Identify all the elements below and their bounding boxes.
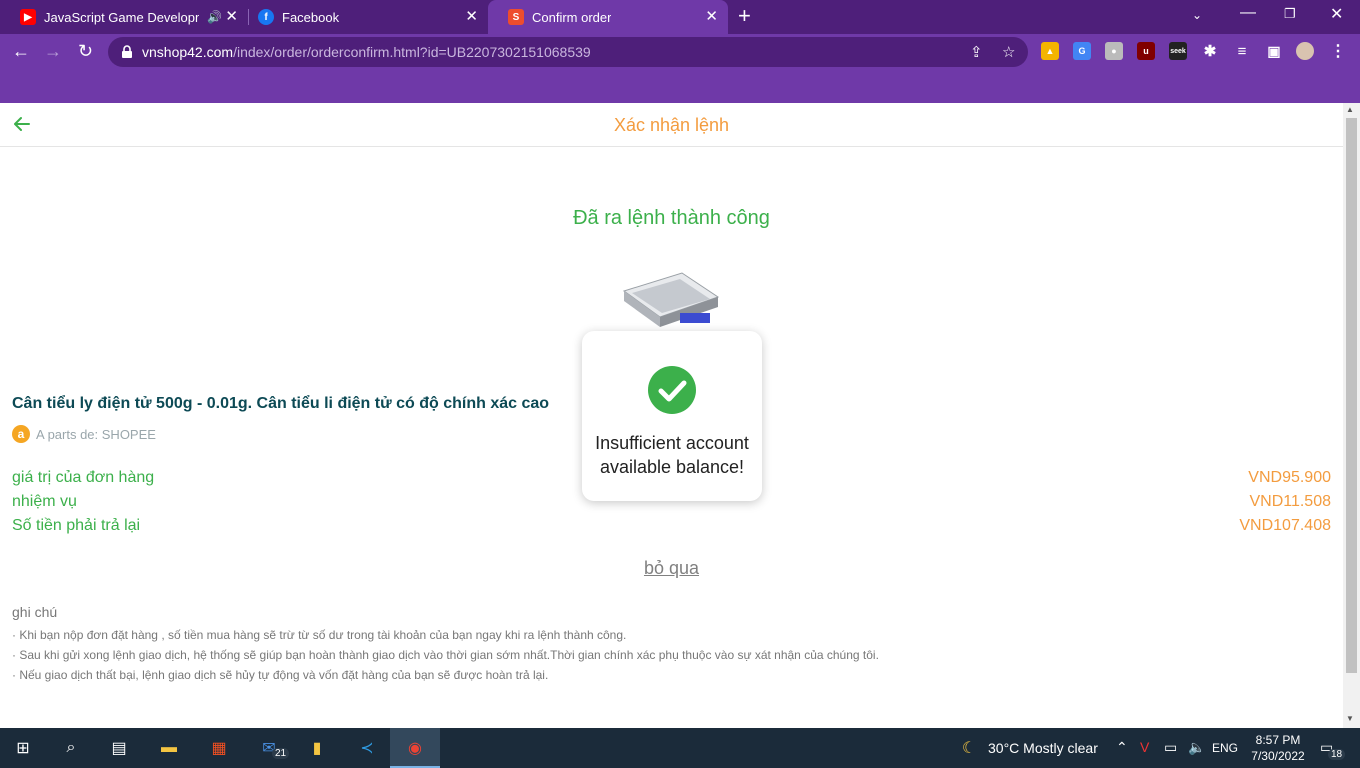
summary-label: nhiệm vụ [12, 493, 77, 510]
google-drive-icon[interactable]: ▲ [1041, 42, 1059, 60]
page-title: Xác nhận lệnh [613, 115, 730, 135]
check-circle-icon [648, 366, 696, 414]
mail-badge: 21 [272, 748, 290, 759]
youtube-icon: ▶ [20, 9, 36, 25]
profile-avatar[interactable] [1296, 42, 1314, 60]
clock-time: 8:57 PM [1255, 733, 1301, 747]
minimize-icon[interactable]: — [1240, 4, 1256, 22]
note-item: · Nếu giao dịch thất bại, lệnh giao dịch… [12, 668, 549, 682]
toast-dialog: Insufficient account available balance! [582, 331, 762, 501]
facebook-icon: f [258, 9, 274, 25]
url-text: vnshop42.com/index/order/orderconfirm.ht… [142, 44, 591, 60]
extension-icon[interactable]: ● [1105, 42, 1123, 60]
shop-label: A parts de: SHOPEE [36, 426, 156, 442]
scroll-down-icon[interactable]: ▼ [1346, 714, 1354, 723]
sticky-notes-icon[interactable]: ▮ [306, 738, 328, 758]
speaker-icon[interactable]: 🔊 [207, 10, 222, 24]
tab-title: Confirm order [532, 9, 612, 25]
toast-message: Insufficient account available balance! [595, 433, 749, 477]
forward-icon[interactable]: → [44, 41, 62, 61]
chrome-icon[interactable]: ◉ [404, 738, 426, 758]
scrollbar-thumb[interactable] [1346, 118, 1357, 673]
menu-icon[interactable]: ⋮ [1329, 42, 1347, 60]
lock-icon [122, 45, 132, 58]
windows-taskbar: ⊞ ⌕ ▤ ▬ ▦ ✉ 21 ▮ ≺ ◉ ☾ 30°C Mostly clear… [0, 728, 1360, 768]
summary-row-refund: Số tiền phải trả lại VND107.408 [12, 517, 1331, 539]
tab-strip: ▶ JavaScript Game Developme 🔊 ✕ f Facebo… [0, 0, 1360, 34]
tab-facebook[interactable]: f Facebook ✕ [238, 0, 488, 34]
url-path: /index/order/orderconfirm.html?id=UB2207… [233, 44, 591, 60]
reload-icon[interactable]: ↻ [78, 41, 93, 61]
restore-icon[interactable]: ❐ [1284, 6, 1296, 22]
page-header: Xác nhận lệnh [0, 103, 1343, 147]
bookmark-bar [0, 70, 1360, 103]
tab-confirm-order[interactable]: S Confirm order ✕ [488, 0, 728, 34]
chevron-up-icon[interactable]: ⌃ [1116, 739, 1128, 756]
scroll-up-icon[interactable]: ▲ [1346, 105, 1354, 114]
product-image [622, 272, 720, 327]
side-panel-icon[interactable]: ▣ [1265, 42, 1283, 60]
windows-start-icon[interactable]: ⊞ [12, 738, 34, 758]
close-tab-icon[interactable]: ✕ [225, 9, 238, 25]
success-title: Đã ra lệnh thành công [573, 207, 770, 229]
share-icon[interactable]: ⇪ [970, 43, 983, 61]
new-tab-icon[interactable]: + [738, 5, 751, 27]
url-host: vnshop42.com [142, 44, 234, 60]
puzzle-icon[interactable]: ✱ [1201, 42, 1219, 60]
language-indicator[interactable]: ENG [1212, 741, 1238, 755]
address-bar[interactable]: vnshop42.com/index/order/orderconfirm.ht… [108, 37, 1028, 67]
product-name: Cân tiểu ly điện tử 500g - 0.01g. Cân ti… [12, 395, 550, 412]
search-icon[interactable]: ⌕ [60, 738, 82, 758]
store-icon[interactable]: ▦ [208, 738, 230, 758]
close-tab-icon[interactable]: ✕ [705, 9, 718, 25]
close-window-icon[interactable]: ✕ [1330, 4, 1343, 24]
tab-youtube[interactable]: ▶ JavaScript Game Developme 🔊 ✕ [0, 0, 248, 34]
media-icon[interactable]: ≡ [1233, 42, 1251, 60]
task-view-icon[interactable]: ▤ [108, 738, 130, 758]
clock-date: 7/30/2022 [1251, 749, 1305, 763]
skip-link[interactable]: bỏ qua [0, 558, 1343, 579]
browser-toolbar: ← → ↻ vnshop42.com/index/order/orderconf… [0, 34, 1360, 70]
back-icon[interactable]: ← [12, 41, 30, 61]
seek-extension-icon[interactable]: seek [1169, 42, 1187, 60]
network-icon[interactable]: ▭ [1164, 739, 1177, 756]
summary-label: Số tiền phải trả lại [12, 517, 141, 534]
note-item: · Sau khi gửi xong lệnh giao dịch, hệ th… [12, 648, 879, 662]
file-explorer-icon[interactable]: ▬ [158, 738, 180, 758]
notifications-badge: 18 [1328, 749, 1346, 760]
tab-title: Facebook [282, 9, 340, 25]
summary-value: VND95.900 [1248, 469, 1331, 486]
google-translate-icon[interactable]: G [1073, 42, 1091, 60]
bookmark-star-icon[interactable]: ☆ [1002, 43, 1015, 61]
note-item: · Khi bạn nộp đơn đặt hàng , số tiền mua… [12, 628, 627, 642]
tab-search-icon[interactable]: ⌄ [1192, 8, 1202, 22]
amazon-icon: a [12, 425, 30, 443]
clock[interactable]: 8:57 PM 7/30/2022 [1248, 732, 1308, 764]
ublock-icon[interactable]: u [1137, 42, 1155, 60]
close-tab-icon[interactable]: ✕ [465, 9, 478, 25]
weather-icon[interactable]: ☾ [958, 738, 980, 758]
weather-text[interactable]: 30°C Mostly clear [988, 740, 1098, 756]
summary-value: VND107.408 [1239, 517, 1331, 534]
vscode-icon[interactable]: ≺ [356, 738, 378, 758]
volume-icon[interactable]: 🔈 [1188, 739, 1205, 756]
summary-label: giá trị của đơn hàng [12, 469, 155, 486]
shop-row: a A parts de: SHOPEE [12, 425, 156, 443]
shop-icon: S [508, 9, 524, 25]
tray-app-icon[interactable]: V [1140, 739, 1149, 755]
notes-title: ghi chú [12, 604, 58, 620]
tab-title: JavaScript Game Developme [44, 9, 199, 25]
summary-value: VND11.508 [1249, 493, 1331, 510]
